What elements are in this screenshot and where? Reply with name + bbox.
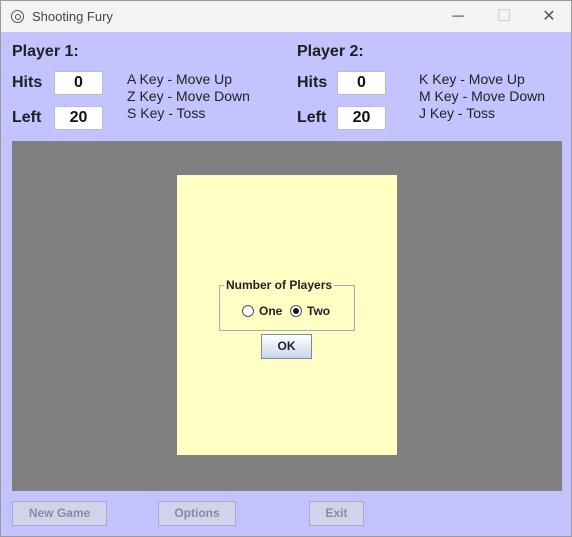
- player1-key-move-down: Z Key - Move Down: [127, 88, 250, 104]
- ok-button[interactable]: OK: [261, 334, 312, 359]
- players-group: Number of Players One Two: [219, 278, 355, 331]
- game-window: Shooting Fury ─ ☐ ✕ Player 1: Hits 0 Lef…: [0, 0, 572, 537]
- radio-one-label[interactable]: One: [259, 304, 282, 318]
- players-group-title: Number of Players: [224, 278, 335, 292]
- player1-hits-label: Hits: [12, 74, 43, 91]
- player2-left-value: 20: [337, 106, 386, 130]
- player2-key-toss: J Key - Toss: [419, 105, 495, 121]
- minimize-button[interactable]: ─: [435, 1, 481, 32]
- radio-one[interactable]: [242, 305, 254, 317]
- exit-button[interactable]: Exit: [309, 501, 364, 526]
- player1-hits-value: 0: [54, 71, 103, 95]
- game-area: Number of Players One Two OK: [12, 141, 562, 491]
- title-bar[interactable]: Shooting Fury ─ ☐ ✕: [1, 1, 571, 32]
- player2-hits-value: 0: [337, 71, 386, 95]
- player2-left-label: Left: [297, 109, 327, 126]
- app-icon: [11, 10, 24, 23]
- player2-key-move-down: M Key - Move Down: [419, 88, 546, 104]
- player1-key-toss: S Key - Toss: [127, 105, 206, 121]
- window-title: Shooting Fury: [32, 9, 113, 24]
- new-game-button[interactable]: New Game: [12, 501, 107, 526]
- player1-key-move-up: A Key - Move Up: [127, 71, 233, 87]
- player1-left-value: 20: [54, 106, 103, 130]
- player1-left-label: Left: [12, 109, 42, 126]
- maximize-button[interactable]: ☐: [481, 1, 527, 32]
- players-dialog: Number of Players One Two OK: [177, 175, 397, 455]
- radio-two-label[interactable]: Two: [307, 304, 330, 318]
- player2-hits-label: Hits: [297, 74, 328, 91]
- radio-two[interactable]: [290, 305, 302, 317]
- options-button[interactable]: Options: [158, 501, 236, 526]
- player2-title: Player 2:: [297, 43, 364, 60]
- content-area: Player 1: Hits 0 Left 20 A Key - Move Up…: [1, 32, 571, 536]
- player1-title: Player 1:: [12, 43, 79, 60]
- player2-key-move-up: K Key - Move Up: [419, 71, 525, 87]
- close-button[interactable]: ✕: [526, 1, 572, 32]
